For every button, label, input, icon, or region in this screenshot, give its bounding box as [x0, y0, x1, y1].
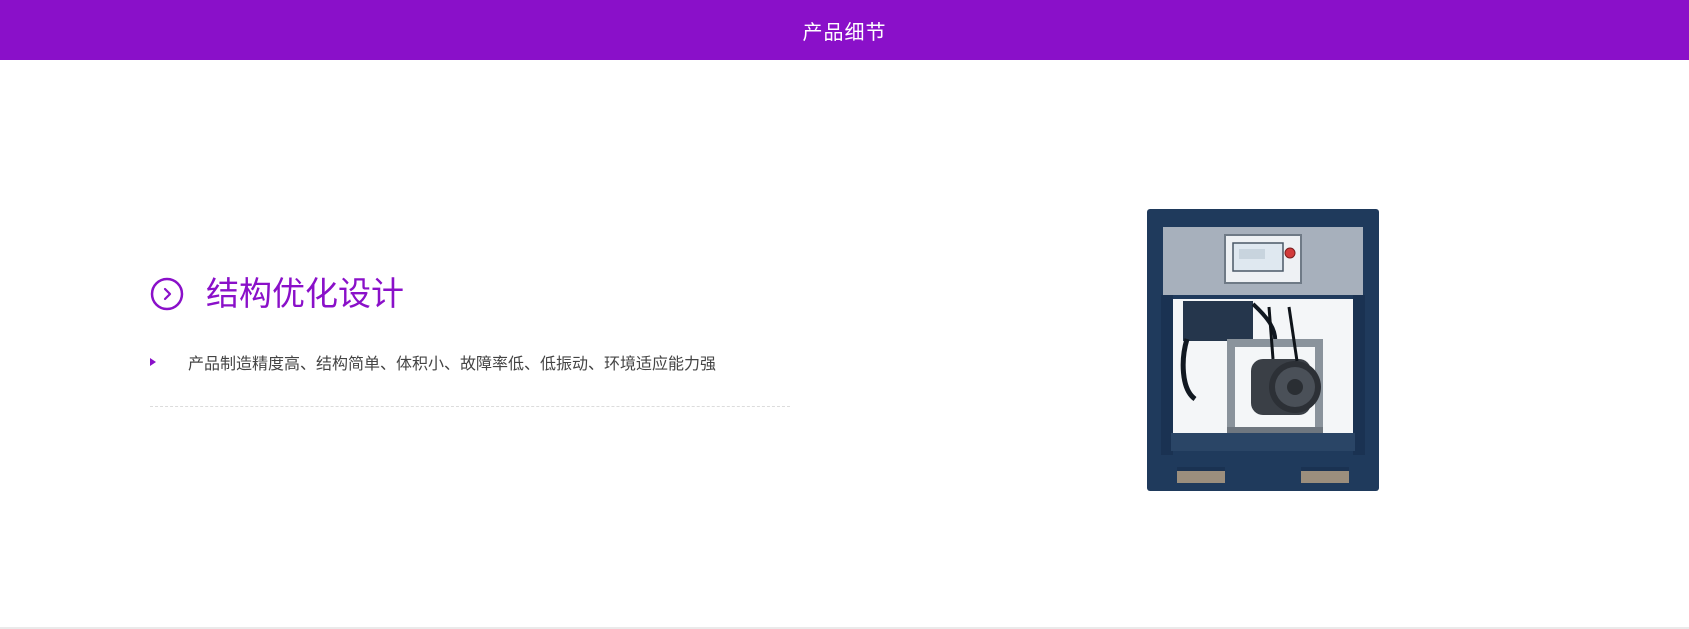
dashed-divider: [150, 406, 790, 407]
feature-heading: 结构优化设计: [150, 272, 790, 316]
header-bar: 产品细节: [0, 0, 1689, 60]
triangle-bullet-icon: [150, 358, 156, 366]
feature-item-text: 产品制造精度高、结构简单、体积小、故障率低、低振动、环境适应能力强: [188, 354, 717, 373]
feature-title: 结构优化设计: [206, 274, 404, 313]
feature-section: 结构优化设计 产品制造精度高、结构简单、体积小、故障率低、低振动、环境适应能力强: [150, 272, 790, 407]
air-compressor-image: [1147, 209, 1379, 491]
chevron-right-circle-icon: [150, 277, 184, 311]
header-title: 产品细节: [802, 19, 887, 44]
feature-list-item: 产品制造精度高、结构简单、体积小、故障率低、低振动、环境适应能力强: [150, 350, 790, 374]
